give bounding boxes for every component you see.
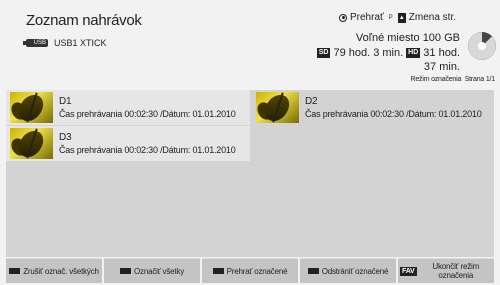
hd-time: 31 hod. bbox=[423, 47, 460, 59]
recordings-screen: Zoznam nahrávok USB USB1 XTICK Prehrať P… bbox=[0, 0, 500, 285]
disk-usage-icon bbox=[468, 32, 496, 60]
recording-meta: Čas prehrávania 00:02:30 /Dátum: 01.01.2… bbox=[305, 109, 482, 119]
disk-center bbox=[478, 42, 486, 50]
ok-button-icon bbox=[339, 13, 347, 22]
mark-all-label: Označiť všetky bbox=[134, 266, 184, 276]
recording-item[interactable]: D2 Čas prehrávania 00:02:30 /Dátum: 01.0… bbox=[252, 90, 496, 125]
usb-icon: USB bbox=[23, 39, 48, 47]
recording-item[interactable]: D3 Čas prehrávania 00:02:30 /Dátum: 01.0… bbox=[6, 126, 250, 161]
page-title: Zoznam nahrávok bbox=[26, 12, 142, 29]
recording-thumbnail bbox=[10, 128, 53, 159]
device-indicator: USB USB1 XTICK bbox=[23, 38, 107, 48]
exit-mode-label: Ukončiť režim označenia bbox=[432, 262, 480, 280]
mode-label: Režim označenia bbox=[410, 76, 462, 83]
recording-info: D2 Čas prehrávania 00:02:30 /Dátum: 01.0… bbox=[305, 96, 482, 120]
page-indicator: Strana 1/1 bbox=[464, 76, 496, 83]
recording-thumbnail bbox=[10, 92, 53, 123]
legend-page-label: Zmena str. bbox=[408, 12, 457, 23]
recording-info: D3 Čas prehrávania 00:02:30 /Dátum: 01.0… bbox=[59, 132, 236, 156]
recording-name: D3 bbox=[59, 132, 72, 143]
exit-mark-mode-button[interactable]: FAV Ukončiť režim označenia bbox=[398, 258, 494, 283]
sd-badge: SD bbox=[316, 48, 331, 58]
free-space: Voľné miesto 100 GB bbox=[355, 32, 460, 44]
fav-key-icon: FAV bbox=[400, 266, 417, 276]
legend-play-label: Prehrať bbox=[350, 12, 384, 23]
action-bar: Zrušiť označ. všetkých Označiť všetky Pr… bbox=[6, 258, 494, 285]
play-marked-label: Prehrať označené bbox=[226, 266, 288, 276]
yellow-key-icon bbox=[212, 268, 224, 274]
hd-time-minutes: 37 min. bbox=[423, 61, 460, 73]
device-name: USB1 XTICK bbox=[54, 38, 107, 48]
delete-marked-label: Odstrániť označené bbox=[321, 266, 389, 276]
remaining-time: SD 79 hod. 3 min. HD 31 hod. bbox=[316, 47, 460, 59]
recording-name: D1 bbox=[59, 96, 72, 107]
recording-info: D1 Čas prehrávania 00:02:30 /Dátum: 01.0… bbox=[59, 96, 236, 120]
key-legend: Prehrať P ▲ Zmena str. bbox=[339, 12, 456, 23]
recording-meta: Čas prehrávania 00:02:30 /Dátum: 01.01.2… bbox=[59, 109, 236, 119]
recording-thumbnail bbox=[256, 92, 299, 123]
page-key-icon: ▲ bbox=[397, 12, 406, 23]
recording-item[interactable]: D1 Čas prehrávania 00:02:30 /Dátum: 01.0… bbox=[6, 90, 250, 125]
blue-key-icon bbox=[307, 268, 319, 274]
unmark-all-label: Zrušiť označ. všetkých bbox=[23, 266, 99, 276]
red-key-icon bbox=[9, 268, 21, 274]
green-key-icon bbox=[120, 268, 131, 274]
play-marked-button[interactable]: Prehrať označené bbox=[202, 258, 298, 283]
recording-list: D1 Čas prehrávania 00:02:30 /Dátum: 01.0… bbox=[6, 90, 494, 257]
mark-all-button[interactable]: Označiť všetky bbox=[104, 258, 200, 283]
unmark-all-button[interactable]: Zrušiť označ. všetkých bbox=[6, 258, 102, 283]
recording-meta: Čas prehrávania 00:02:30 /Dátum: 01.01.2… bbox=[59, 145, 236, 155]
delete-marked-button[interactable]: Odstrániť označené bbox=[300, 258, 396, 283]
recording-name: D2 bbox=[305, 96, 318, 107]
sd-time: 79 hod. 3 min. bbox=[333, 47, 404, 59]
hd-badge: HD bbox=[406, 48, 421, 58]
mode-and-page: Režim označenia Strana 1/1 bbox=[410, 76, 495, 83]
p-key-label: P bbox=[388, 14, 393, 21]
